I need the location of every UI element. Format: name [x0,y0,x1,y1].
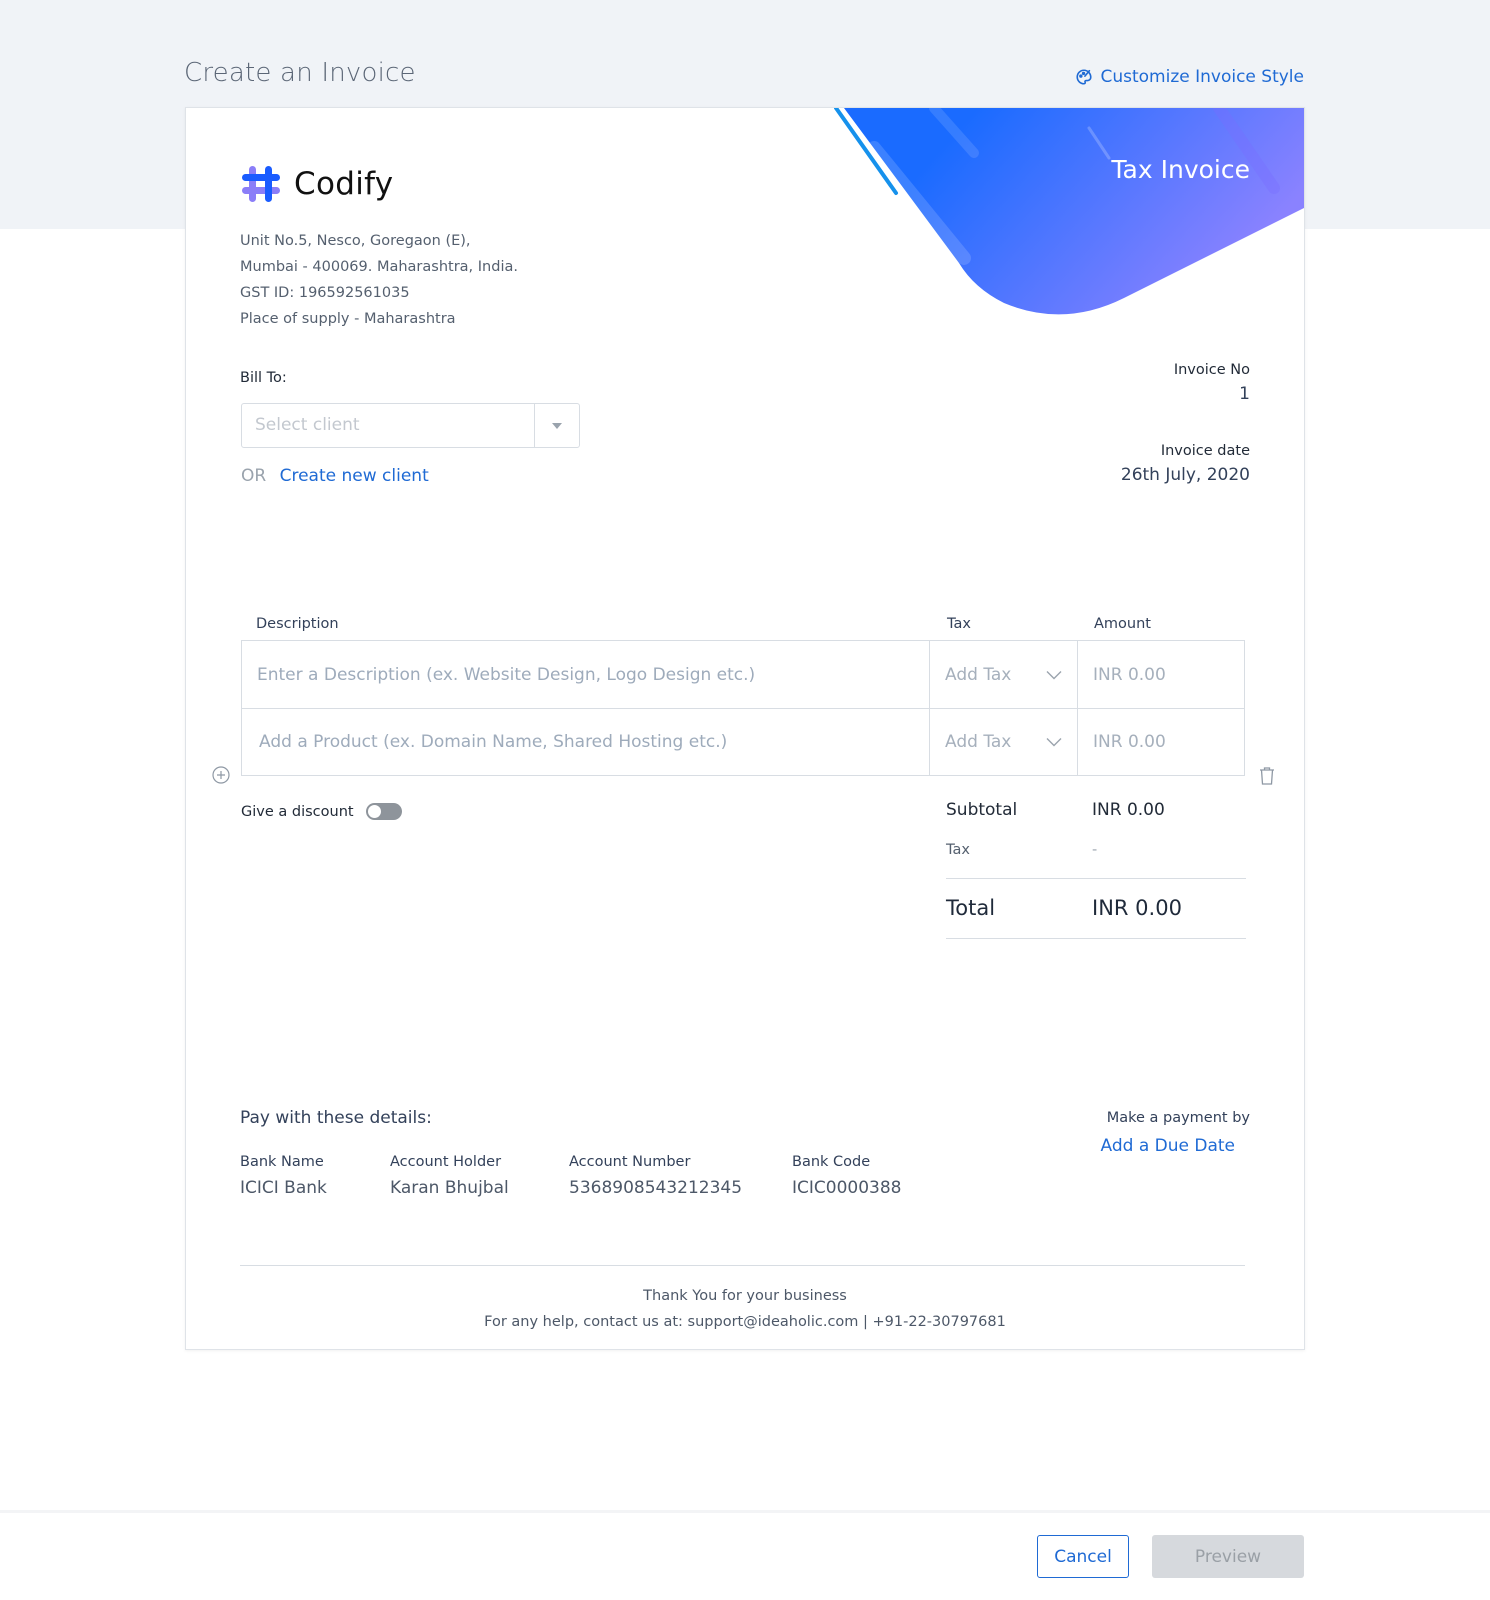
description-header: Description [256,616,339,632]
due-date-block: Make a payment by Add a Due Date [1101,1110,1251,1156]
contact-text: For any help, contact us at: support@ide… [484,1314,1006,1330]
account-holder-block: Account Holder Karan Bhujbal [390,1154,509,1198]
subtotal-row: Subtotal INR 0.00 [946,798,1246,838]
invoice-date-block: Invoice date 26th July, 2020 [1121,443,1250,485]
bank-code-value: ICIC0000388 [792,1178,902,1198]
discount-toggle[interactable] [365,803,402,820]
discount-label: Give a discount [241,803,354,820]
preview-button[interactable]: Preview [1152,1535,1304,1578]
company-name: Codify [294,166,394,202]
amount-header: Amount [1094,616,1151,632]
banner-title: Tax Invoice [1111,155,1250,184]
line-item-row: Add a Product (ex. Domain Name, Shared H… [242,708,1244,775]
tax-value: - [1092,842,1098,858]
trash-icon[interactable] [1258,766,1276,786]
totals-panel: Subtotal INR 0.00 Tax - Total INR 0.00 [946,798,1246,939]
total-value: INR 0.00 [1092,896,1182,920]
payment-title: Pay with these details: [240,1108,432,1128]
chevron-down-icon [1046,738,1062,747]
invoice-no-value: 1 [1239,384,1250,404]
caret-down-icon [552,422,562,429]
discount-row: Give a discount [241,803,402,820]
customize-invoice-style-link[interactable]: Customize Invoice Style [1075,67,1304,87]
tax-header: Tax [947,616,971,632]
invoice-date-label: Invoice date [1160,443,1250,459]
create-invoice-page: Create an Invoice Customize Invoice Styl… [0,0,1490,1600]
bank-code-label: Bank Code [792,1154,871,1170]
company-logo: Codify [240,163,393,205]
invoice-banner: Tax Invoice [834,108,1304,328]
amount-input[interactable]: INR 0.00 [1077,641,1244,708]
cancel-button[interactable]: Cancel [1037,1535,1129,1578]
account-holder-value: Karan Bhujbal [390,1178,509,1198]
bank-name-value: ICICI Bank [240,1178,327,1198]
account-number-label: Account Number [569,1154,691,1170]
add-due-date-link[interactable]: Add a Due Date [1101,1136,1236,1156]
totals-divider [946,938,1246,939]
bank-name-label: Bank Name [240,1154,324,1170]
amount-input[interactable]: INR 0.00 [1077,709,1244,775]
invoice-footer: Thank You for your business For any help… [186,1283,1304,1335]
invoice-date-value[interactable]: 26th July, 2020 [1121,465,1250,485]
total-row: Total INR 0.00 [946,879,1246,938]
subtotal-value: INR 0.00 [1092,800,1165,820]
toggle-knob [366,804,382,819]
hash-logo-icon [242,166,280,202]
customize-label: Customize Invoice Style [1100,67,1304,87]
account-number-block: Account Number 5368908543212345 [569,1154,742,1198]
tax-select[interactable]: Add Tax [929,709,1077,775]
action-bar-divider [0,1510,1490,1513]
address-line: Unit No.5, Nesco, Goregaon (E), [240,233,471,249]
create-new-client-link[interactable]: Create new client [280,466,429,486]
or-text: OR [241,466,267,486]
invoice-card: Tax Invoice Codify Unit No.5, Nesco, Gor… [185,107,1305,1350]
client-select-placeholder: Select client [255,415,360,435]
tax-select-placeholder: Add Tax [945,664,1012,685]
page-title: Create an Invoice [184,58,416,88]
place-of-supply: Place of supply - Maharashtra [240,311,456,327]
description-input[interactable]: Enter a Description (ex. Website Design,… [242,641,929,708]
invoice-number-block: Invoice No 1 [1174,362,1250,404]
product-input[interactable]: Add a Product (ex. Domain Name, Shared H… [242,709,929,775]
account-holder-label: Account Holder [390,1154,502,1170]
client-select[interactable]: Select client [241,403,580,448]
due-date-label: Make a payment by [1106,1110,1250,1126]
account-number-value: 5368908543212345 [569,1178,743,1198]
thank-you-text: Thank You for your business [643,1288,847,1304]
palette-icon [1076,69,1093,85]
invoice-no-label: Invoice No [1173,362,1250,378]
line-items-table: Enter a Description (ex. Website Design,… [241,640,1245,776]
chevron-down-icon [1046,670,1062,679]
tax-row: Tax - [946,838,1246,878]
footer-divider [240,1265,1245,1266]
client-select-toggle[interactable] [534,404,579,447]
tax-label: Tax [946,842,970,858]
address-line: Mumbai - 400069. Maharashtra, India. [240,259,518,275]
total-label: Total [946,896,996,920]
plus-circle-icon[interactable] [212,766,230,784]
gst-id: GST ID: 196592561035 [240,285,410,301]
bank-name-block: Bank Name ICICI Bank [240,1154,327,1198]
subtotal-label: Subtotal [946,800,1018,820]
bill-to-label: Bill To: [240,370,287,386]
bank-code-block: Bank Code ICIC0000388 [792,1154,901,1198]
tax-select[interactable]: Add Tax [929,641,1077,708]
tax-select-placeholder: Add Tax [945,732,1012,752]
company-address: Unit No.5, Nesco, Goregaon (E), Mumbai -… [240,228,518,332]
create-client-row: OR Create new client [241,466,429,486]
line-item-row: Enter a Description (ex. Website Design,… [242,641,1244,708]
